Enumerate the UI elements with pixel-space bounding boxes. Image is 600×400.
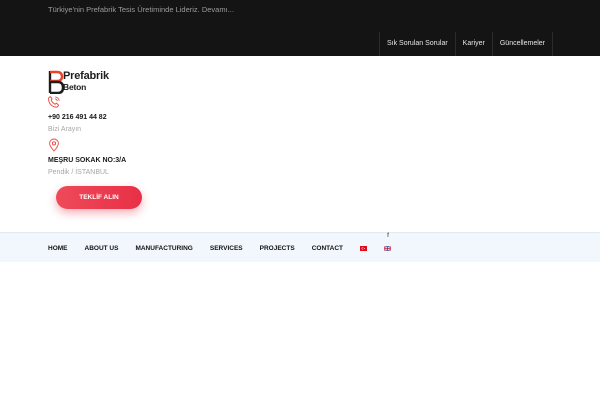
main-nav-bar: HOME ABOUT US MANUFACTURING SERVICES PRO… [0, 232, 600, 262]
top-link-faq[interactable]: Sık Sorulan Sorular [378, 32, 455, 56]
phone-number[interactable]: +90 216 491 44 82 [48, 114, 107, 121]
top-link-career[interactable]: Kariyer [454, 32, 492, 56]
top-links: Sık Sorulan Sorular Kariyer Güncellemele… [378, 32, 553, 56]
logo-mark-icon [48, 70, 64, 94]
nav-item-home[interactable]: HOME [48, 245, 68, 252]
top-link-updates[interactable]: Güncellemeler [491, 32, 553, 56]
uk-flag-icon[interactable] [383, 245, 391, 251]
turkish-flag-icon[interactable] [359, 245, 367, 251]
nav-item-contact[interactable]: CONTACT [312, 245, 343, 252]
phone-label: Bizi Arayın [48, 126, 82, 133]
address-line: MEŞRU SOKAK NO:3/A [48, 157, 127, 164]
main-nav: HOME ABOUT US MANUFACTURING SERVICES PRO… [48, 233, 408, 263]
phone-icon [48, 96, 60, 108]
logo-text-line1: Prefabrik [63, 70, 109, 82]
nav-item-about[interactable]: ABOUT US [85, 245, 119, 252]
location-pin-icon [49, 138, 59, 152]
site-logo[interactable]: Prefabrik Beton [48, 70, 120, 94]
nav-item-projects[interactable]: PROJECTS [260, 245, 295, 252]
top-bar: Türkiye'nin Prefabrik Tesis Üretiminde L… [0, 0, 600, 56]
nav-item-manufacturing[interactable]: MANUFACTURING [135, 245, 192, 252]
announcement-text[interactable]: Türkiye'nin Prefabrik Tesis Üretiminde L… [48, 5, 234, 14]
address-city: Pendik / İSTANBUL [48, 169, 109, 176]
nav-item-services[interactable]: SERVICES [210, 245, 243, 252]
facebook-icon[interactable]: f [387, 233, 389, 239]
get-quote-button[interactable]: TEKLİF ALIN [56, 186, 142, 209]
logo-text-line2: Beton [63, 82, 87, 92]
